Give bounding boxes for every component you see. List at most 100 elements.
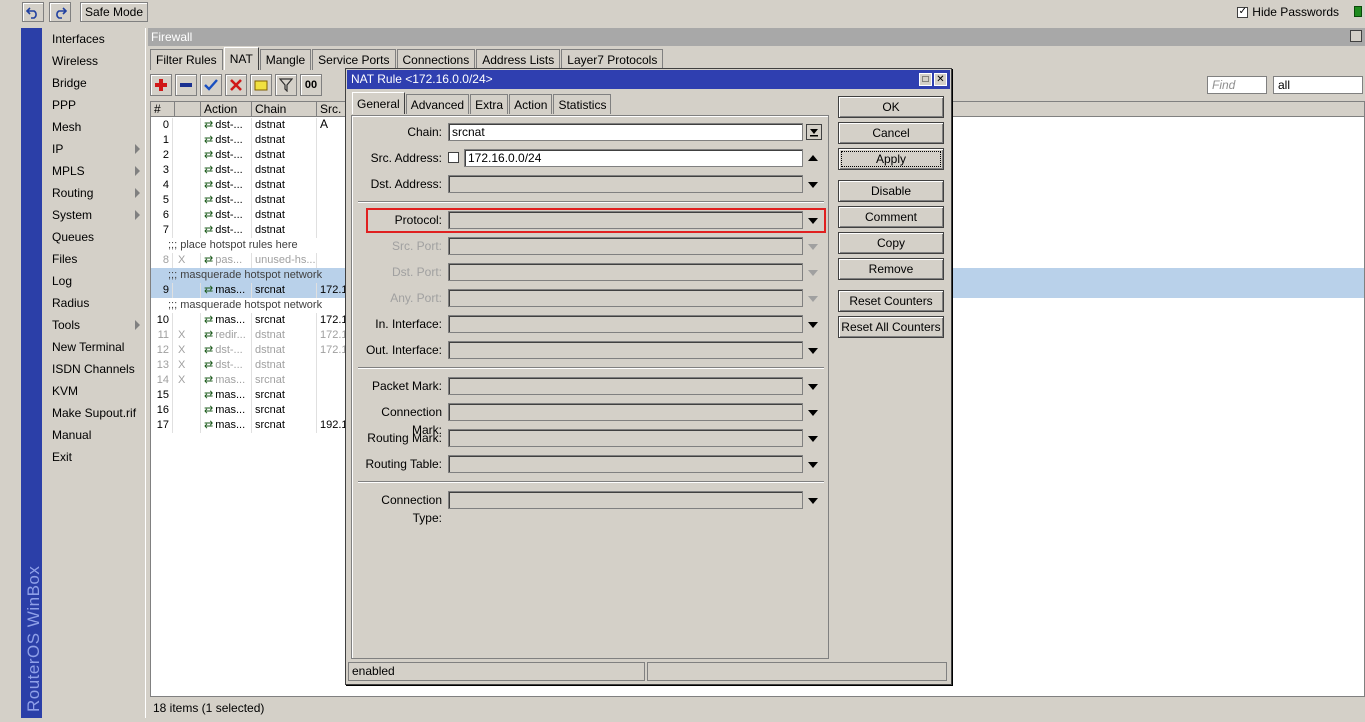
menu-item-radius[interactable]: Radius (43, 292, 146, 314)
expand-arrow-icon[interactable] (808, 384, 818, 390)
dialog-tab-action[interactable]: Action (509, 94, 553, 114)
packet-mark-field[interactable] (448, 377, 803, 395)
dialog-tab-statistics[interactable]: Statistics (553, 94, 612, 114)
comment-text: ;;; masquerade hotspot network (168, 299, 323, 311)
tab-address-lists[interactable]: Address Lists (476, 49, 561, 70)
filter-select[interactable]: all (1273, 76, 1363, 94)
menu-item-make-supout-rif[interactable]: Make Supout.rif (43, 402, 146, 424)
tab-mangle[interactable]: Mangle (259, 49, 312, 70)
menu-item-label: Files (52, 252, 78, 266)
action-label: pas... (215, 254, 243, 266)
comment-button[interactable] (250, 74, 272, 96)
menu-item-wireless[interactable]: Wireless (43, 50, 146, 72)
src-address-negate-checkbox[interactable] (448, 152, 459, 163)
expand-arrow-icon[interactable] (808, 218, 818, 224)
cell-src (317, 163, 347, 178)
dialog-tab-advanced[interactable]: Advanced (405, 94, 470, 114)
add-button[interactable] (150, 74, 172, 96)
expand-arrow-icon[interactable] (808, 270, 818, 276)
collapse-arrow-icon[interactable] (808, 155, 818, 161)
column-header-action[interactable]: Action (201, 102, 252, 117)
menu-item-log[interactable]: Log (43, 270, 146, 292)
redo-button[interactable] (49, 2, 71, 22)
expand-arrow-icon[interactable] (808, 182, 818, 188)
src-port-field[interactable] (448, 237, 803, 255)
cancel-button[interactable]: Cancel (838, 122, 944, 144)
menu-item-queues[interactable]: Queues (43, 226, 146, 248)
undo-button[interactable] (22, 2, 44, 22)
menu-item-ip[interactable]: IP (43, 138, 146, 160)
chain-dropdown-button[interactable] (806, 124, 822, 140)
menu-item-ppp[interactable]: PPP (43, 94, 146, 116)
menu-item-system[interactable]: System (43, 204, 146, 226)
menu-item-mesh[interactable]: Mesh (43, 116, 146, 138)
menu-item-isdn-channels[interactable]: ISDN Channels (43, 358, 146, 380)
menu-item-tools[interactable]: Tools (43, 314, 146, 336)
disable-rule-button[interactable]: Disable (838, 180, 944, 202)
safe-mode-button[interactable]: Safe Mode (80, 2, 148, 22)
reset-all-counters-button[interactable]: Reset All Counters (838, 316, 944, 338)
maximize-icon[interactable] (1350, 30, 1362, 42)
dialog-tab-general[interactable]: General (352, 92, 405, 114)
routing-mark-field[interactable] (448, 429, 803, 447)
tab-nat[interactable]: NAT (223, 47, 259, 70)
routing-table-field[interactable] (448, 455, 803, 473)
menu-item-files[interactable]: Files (43, 248, 146, 270)
apply-button[interactable]: Apply (838, 148, 944, 170)
expand-arrow-icon[interactable] (808, 410, 818, 416)
tab-connections[interactable]: Connections (396, 49, 476, 70)
menu-item-manual[interactable]: Manual (43, 424, 146, 446)
any-port-field[interactable] (448, 289, 803, 307)
menu-item-interfaces[interactable]: Interfaces (43, 28, 146, 50)
protocol-field[interactable] (448, 211, 803, 229)
dst-port-field[interactable] (448, 263, 803, 281)
expand-arrow-icon[interactable] (808, 322, 818, 328)
reset-counters-button[interactable]: Reset Counters (838, 290, 944, 312)
tab-filter-rules[interactable]: Filter Rules (150, 49, 223, 70)
comment-rule-button[interactable]: Comment (838, 206, 944, 228)
column-header-flags[interactable] (175, 102, 201, 117)
connection-mark-field[interactable] (448, 403, 803, 421)
expand-arrow-icon[interactable] (808, 436, 818, 442)
dst-address-field[interactable] (448, 175, 803, 193)
remove-button[interactable]: Remove (838, 258, 944, 280)
action-icon: ⇄ (204, 344, 214, 356)
expand-arrow-icon[interactable] (808, 296, 818, 302)
column-header-number[interactable]: # (151, 102, 175, 117)
expand-arrow-icon[interactable] (808, 498, 818, 504)
copy-button[interactable]: Copy (838, 232, 944, 254)
dialog-tab-extra[interactable]: Extra (470, 94, 509, 114)
filter-button[interactable] (275, 74, 297, 96)
in-interface-field[interactable] (448, 315, 803, 333)
disable-button[interactable] (225, 74, 247, 96)
chain-field[interactable]: srcnat (448, 123, 803, 141)
enable-button[interactable] (200, 74, 222, 96)
cell-action: ⇄ dst-... (201, 208, 252, 223)
action-icon: ⇄ (204, 134, 214, 146)
expand-arrow-icon[interactable] (808, 462, 818, 468)
column-header-chain[interactable]: Chain (252, 102, 317, 117)
close-dialog-icon[interactable]: ✕ (934, 73, 947, 86)
hide-passwords-checkbox[interactable]: ✓ (1237, 6, 1249, 18)
menu-item-exit[interactable]: Exit (43, 446, 146, 468)
hide-passwords-toggle[interactable]: ✓ Hide Passwords (1237, 5, 1339, 19)
menu-item-kvm[interactable]: KVM (43, 380, 146, 402)
src-address-field[interactable]: 172.16.0.0/24 (464, 149, 803, 167)
dialog-title-bar[interactable]: NAT Rule <172.16.0.0/24> □ ✕ (347, 70, 950, 89)
maximize-dialog-icon[interactable]: □ (919, 73, 932, 86)
menu-item-mpls[interactable]: MPLS (43, 160, 146, 182)
expand-arrow-icon[interactable] (808, 244, 818, 250)
tab-service-ports[interactable]: Service Ports (312, 49, 396, 70)
menu-item-bridge[interactable]: Bridge (43, 72, 146, 94)
menu-item-routing[interactable]: Routing (43, 182, 146, 204)
ok-button[interactable]: OK (838, 96, 944, 118)
connection-type-field[interactable] (448, 491, 803, 509)
menu-item-new-terminal[interactable]: New Terminal (43, 336, 146, 358)
tab-layer7-protocols[interactable]: Layer7 Protocols (561, 49, 664, 70)
out-interface-field[interactable] (448, 341, 803, 359)
expand-arrow-icon[interactable] (808, 348, 818, 354)
remove-rule-button[interactable] (175, 74, 197, 96)
find-input[interactable]: Find (1207, 76, 1267, 94)
column-header-src-address[interactable]: Src. A (317, 102, 347, 131)
reset-counters-tool-button[interactable]: 00 (300, 74, 322, 96)
